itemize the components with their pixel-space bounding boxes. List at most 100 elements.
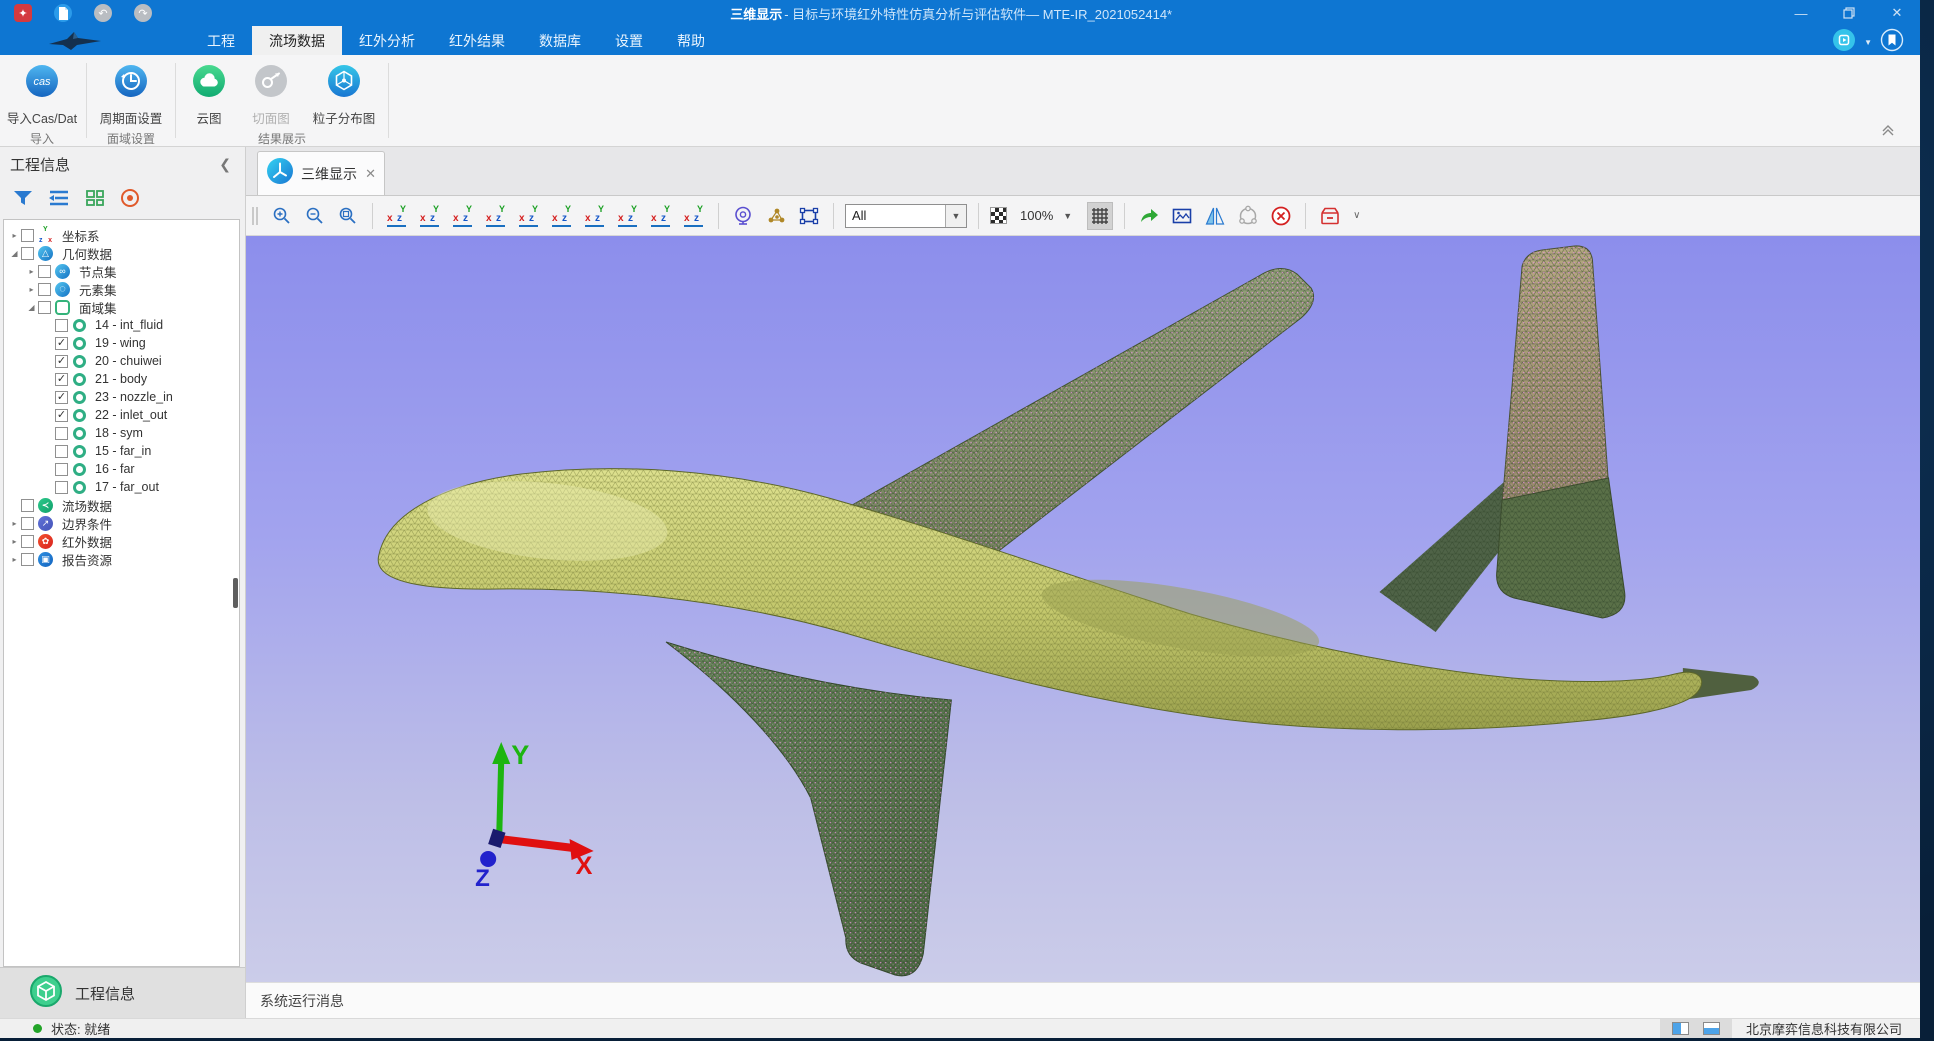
menu-tab-engineering[interactable]: 工程 <box>190 26 252 55</box>
view-front-button[interactable]: Yxz <box>384 202 410 230</box>
visibility-checkbox[interactable] <box>21 247 34 260</box>
expand-arrow-icon[interactable]: ▸ <box>25 267 38 276</box>
tab-3d-view[interactable]: 三维显示 ✕ <box>257 151 385 195</box>
snapshot-button[interactable] <box>1169 202 1195 230</box>
menu-tab-database[interactable]: 数据库 <box>522 26 598 55</box>
display-mode-caret-icon[interactable]: ▼ <box>1864 38 1872 47</box>
collapse-arrow-icon[interactable]: ◢ <box>8 249 21 258</box>
visibility-checkbox[interactable] <box>21 499 34 512</box>
tree-item-face-set[interactable]: ◢面域集 <box>4 298 239 316</box>
opacity-caret-icon[interactable]: ▼ <box>1063 211 1072 221</box>
visibility-checkbox[interactable] <box>21 229 34 242</box>
tree-item-node-set[interactable]: ▸∞节点集 <box>4 262 239 280</box>
expand-arrow-icon[interactable]: ▸ <box>8 555 21 564</box>
view-back-button[interactable]: Yxz <box>417 202 443 230</box>
toggle-left-panel-icon[interactable] <box>1672 1022 1689 1035</box>
visibility-checkbox[interactable] <box>55 427 68 440</box>
view-top-button[interactable]: Yxz <box>516 202 542 230</box>
tree-item-surface-14[interactable]: 14 - int_fluid <box>4 316 239 334</box>
collapse-panel-icon[interactable]: ❮ <box>215 156 235 173</box>
collapse-ribbon-icon[interactable] <box>1880 123 1896 142</box>
combobox-arrow-icon[interactable]: ▼ <box>945 205 966 227</box>
visibility-checkbox[interactable]: ✓ <box>55 409 68 422</box>
visibility-checkbox[interactable] <box>38 265 51 278</box>
import-cas-dat-button[interactable]: cas 导入Cas/Dat <box>0 61 84 127</box>
menu-tab-settings[interactable]: 设置 <box>598 26 660 55</box>
expand-arrow-icon[interactable]: ▸ <box>25 285 38 294</box>
package-archive-button[interactable] <box>1317 202 1343 230</box>
tree-item-flow-data[interactable]: ≺流场数据 <box>4 496 239 514</box>
display-filter-combobox[interactable]: All ▼ <box>845 204 967 228</box>
expand-arrow-icon[interactable]: ▸ <box>8 537 21 546</box>
style-bookmark-icon[interactable] <box>1880 28 1904 57</box>
minimize-button[interactable]: — <box>1792 4 1810 22</box>
expand-arrow-icon[interactable]: ▸ <box>8 519 21 528</box>
visibility-checkbox[interactable] <box>21 517 34 530</box>
mesh-grid-toggle-button[interactable] <box>1087 202 1113 230</box>
locate-target-icon[interactable] <box>119 187 141 214</box>
tree-item-element-set[interactable]: ▸◌元素集 <box>4 280 239 298</box>
new-document-icon[interactable] <box>54 4 72 22</box>
3d-viewport[interactable]: Y X Z <box>246 236 1920 982</box>
zoom-fit-button[interactable] <box>335 202 361 230</box>
visibility-checkbox[interactable] <box>55 463 68 476</box>
tab-close-icon[interactable]: ✕ <box>365 166 376 182</box>
particle-nodes-button[interactable] <box>763 202 789 230</box>
expand-arrow-icon[interactable]: ▸ <box>8 231 21 240</box>
list-view-icon[interactable] <box>47 188 71 213</box>
particle-distribution-button[interactable]: 粒子分布图 <box>302 61 386 127</box>
filter-icon[interactable] <box>12 188 34 213</box>
menu-tab-infrared-analysis[interactable]: 红外分析 <box>342 26 432 55</box>
tree-scrollbar-thumb[interactable] <box>233 578 238 608</box>
stop-cancel-button[interactable] <box>1268 202 1294 230</box>
undo-icon[interactable]: ↶ <box>94 4 112 22</box>
view-left-button[interactable]: Yxz <box>450 202 476 230</box>
probe-camera-button[interactable] <box>730 202 756 230</box>
zoom-in-button[interactable] <box>269 202 295 230</box>
toolbar-grip[interactable] <box>252 207 258 225</box>
view-iso-4-button[interactable]: Yxz <box>681 202 707 230</box>
tree-item-surface-20[interactable]: ✓20 - chuiwei <box>4 352 239 370</box>
visibility-checkbox[interactable] <box>55 319 68 332</box>
view-bottom-button[interactable]: Yxz <box>549 202 575 230</box>
transparency-icon[interactable] <box>990 207 1007 224</box>
app-menu-icon[interactable]: ✦ <box>14 4 32 22</box>
restore-button[interactable] <box>1840 4 1858 22</box>
collapse-arrow-icon[interactable]: ◢ <box>25 303 38 312</box>
visibility-checkbox[interactable] <box>38 301 51 314</box>
close-button[interactable]: ✕ <box>1888 4 1906 22</box>
opacity-value[interactable]: 100% <box>1020 208 1053 223</box>
tree-item-surface-17[interactable]: 17 - far_out <box>4 478 239 496</box>
tree-item-surface-23[interactable]: ✓23 - nozzle_in <box>4 388 239 406</box>
visibility-checkbox[interactable] <box>55 445 68 458</box>
zoom-out-button[interactable] <box>302 202 328 230</box>
visibility-checkbox[interactable]: ✓ <box>55 337 68 350</box>
view-right-button[interactable]: Yxz <box>483 202 509 230</box>
tree-item-coord-system[interactable]: ▸Yzx坐标系 <box>4 226 239 244</box>
tree-item-surface-22[interactable]: ✓22 - inlet_out <box>4 406 239 424</box>
visibility-checkbox[interactable]: ✓ <box>55 355 68 368</box>
tree-item-geometry-data[interactable]: ◢△几何数据 <box>4 244 239 262</box>
tree-item-surface-18[interactable]: 18 - sym <box>4 424 239 442</box>
visibility-checkbox[interactable]: ✓ <box>55 391 68 404</box>
grid-view-icon[interactable] <box>84 188 106 213</box>
menu-tab-flow-field-data[interactable]: 流场数据 <box>252 26 342 55</box>
mirror-button[interactable] <box>1202 202 1228 230</box>
tree-item-surface-15[interactable]: 15 - far_in <box>4 442 239 460</box>
menu-tab-help[interactable]: 帮助 <box>660 26 722 55</box>
tree-item-surface-21[interactable]: ✓21 - body <box>4 370 239 388</box>
sidebar-footer[interactable]: 工程信息 <box>0 967 245 1018</box>
visibility-checkbox[interactable]: ✓ <box>55 373 68 386</box>
visibility-checkbox[interactable] <box>21 553 34 566</box>
redo-icon[interactable]: ↷ <box>134 4 152 22</box>
periodic-face-settings-button[interactable]: 周期面设置 <box>89 61 173 127</box>
contour-cloud-button[interactable]: 云图 <box>178 61 240 127</box>
view-iso-1-button[interactable]: Yxz <box>582 202 608 230</box>
export-share-button[interactable] <box>1136 202 1162 230</box>
display-mode-icon[interactable] <box>1832 28 1856 57</box>
menu-tab-infrared-results[interactable]: 红外结果 <box>432 26 522 55</box>
tree-item-infrared-data[interactable]: ▸✿红外数据 <box>4 532 239 550</box>
select-region-button[interactable] <box>796 202 822 230</box>
tree-item-surface-19[interactable]: ✓19 - wing <box>4 334 239 352</box>
tree-item-boundary-conditions[interactable]: ▸↗边界条件 <box>4 514 239 532</box>
